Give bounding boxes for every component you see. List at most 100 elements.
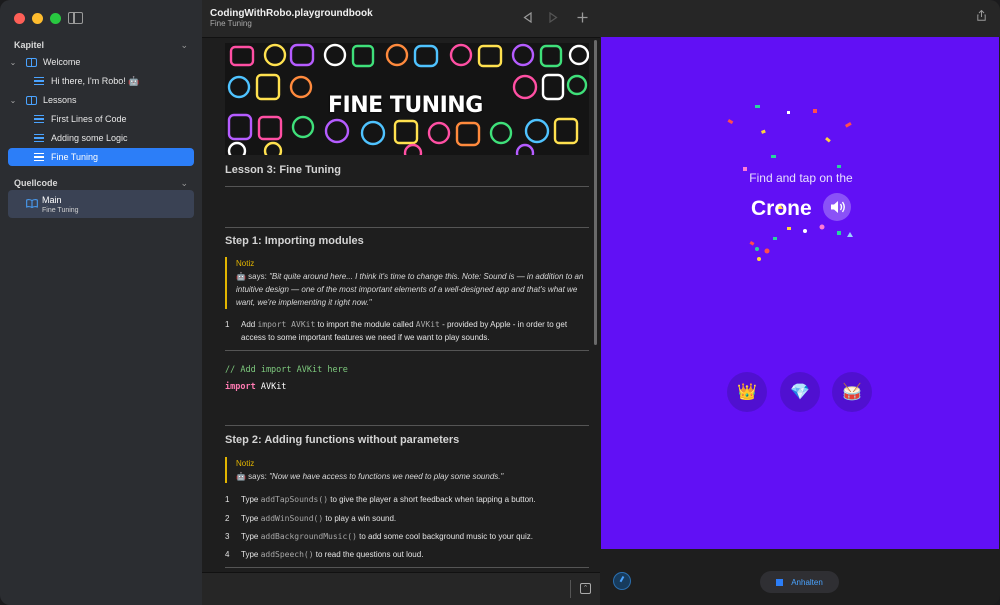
- close-window-button[interactable]: [14, 13, 25, 24]
- add-icon[interactable]: [577, 12, 588, 23]
- chevron-down-icon[interactable]: ⌄: [180, 178, 188, 189]
- divider: [225, 186, 589, 187]
- previous-page-icon[interactable]: [523, 12, 532, 23]
- answer-option-crown[interactable]: 👑: [727, 372, 767, 412]
- step-text: Type: [241, 514, 261, 523]
- step-number: 3: [225, 532, 230, 541]
- share-icon[interactable]: [977, 10, 986, 21]
- step-text: Type: [241, 550, 261, 559]
- zoom-window-button[interactable]: [50, 13, 61, 24]
- chevron-down-icon[interactable]: ⌄: [8, 96, 18, 105]
- sidebar-item-welcome[interactable]: ⌄ Welcome: [8, 53, 194, 71]
- live-view-footer: Anhalten: [600, 549, 1000, 605]
- note-callout-1: Notiz 🤖 says: "Bit quite around here... …: [225, 257, 586, 309]
- source-file-subtitle: Fine Tuning: [42, 207, 79, 214]
- lesson-heading: Lesson 3: Fine Tuning: [225, 164, 341, 176]
- stop-button[interactable]: Anhalten: [760, 571, 839, 593]
- live-view-stage[interactable]: Find and tap on the Crone 👑 💎 🥁: [601, 37, 999, 549]
- sidebar-item-label: Welcome: [43, 57, 81, 67]
- guide-footer: ⌃: [202, 572, 600, 605]
- live-view-header: [600, 0, 1000, 37]
- page-icon: [34, 134, 44, 142]
- answer-option-drum[interactable]: 🥁: [832, 372, 872, 412]
- page-icon: [34, 153, 44, 161]
- speaker-icon: [831, 201, 845, 213]
- book-icon: [26, 57, 37, 67]
- inline-code: import AVKit: [257, 320, 316, 329]
- window-controls: [14, 13, 61, 24]
- next-page-icon[interactable]: [549, 12, 558, 23]
- divider: [570, 580, 571, 598]
- step-text: to add some cool background music to you…: [356, 532, 533, 541]
- stop-label: Anhalten: [791, 577, 823, 587]
- source-file-main[interactable]: Main Fine Tuning: [8, 190, 194, 218]
- code-keyword: import: [225, 382, 256, 392]
- sidebar-item-fine-tuning[interactable]: Fine Tuning: [8, 148, 194, 166]
- question-prompt: Find and tap on the: [749, 171, 853, 185]
- code-line-import[interactable]: import AVKit: [225, 382, 286, 392]
- note-prefix: 🤖 says:: [236, 272, 270, 281]
- sidebar-item-label: First Lines of Code: [51, 114, 127, 124]
- sidebar-item-lessons[interactable]: ⌄ Lessons: [8, 91, 194, 109]
- lesson-banner-image: FINE TUNING: [225, 43, 589, 155]
- sidebar-item-label: Lessons: [43, 95, 77, 105]
- divider: [225, 567, 589, 568]
- speed-gauge-icon[interactable]: [613, 572, 631, 590]
- inline-code: addBackgroundMusic(): [260, 532, 357, 541]
- open-book-icon: [26, 199, 38, 208]
- sidebar-item-label: Adding some Logic: [51, 133, 128, 143]
- section-header-source: Quellcode: [14, 178, 58, 188]
- sidebar-item-label: Fine Tuning: [51, 152, 99, 162]
- question-word: Crone: [751, 197, 812, 220]
- chevron-down-icon[interactable]: ⌄: [180, 40, 188, 51]
- inline-code: addTapSounds(): [260, 495, 329, 504]
- answer-option-gem[interactable]: 💎: [780, 372, 820, 412]
- guide-header: CodingWithRobo.playgroundbook Fine Tunin…: [202, 0, 600, 38]
- minimize-window-button[interactable]: [32, 13, 43, 24]
- step-text: to give the player a short feedback when…: [328, 495, 536, 504]
- step-number: 1: [225, 495, 230, 504]
- section-header-chapters: Kapitel: [14, 40, 45, 50]
- document-subtitle: Fine Tuning: [210, 19, 252, 28]
- divider: [225, 425, 589, 426]
- step-number: 2: [225, 514, 230, 523]
- stop-icon: [776, 578, 784, 586]
- chevron-down-icon[interactable]: ⌄: [8, 58, 18, 67]
- step2-heading: Step 2: Adding functions without paramet…: [225, 434, 460, 446]
- note-text: "Bit quite around here... I think it's t…: [236, 272, 584, 307]
- inline-code: addSpeech(): [260, 550, 314, 559]
- page-icon: [34, 115, 44, 123]
- app-window: Kapitel ⌄ ⌄ Welcome Hi there, I'm Robo! …: [0, 0, 1000, 605]
- code-comment-text: // Add import AVKit here: [225, 365, 348, 375]
- note-label: Notiz: [236, 459, 255, 468]
- step1-heading: Step 1: Importing modules: [225, 235, 364, 247]
- code-comment[interactable]: // Add import AVKit here: [225, 365, 348, 375]
- step-number: 1: [225, 320, 230, 329]
- inline-code: addWinSound(): [260, 514, 324, 523]
- step-text: Add: [241, 320, 258, 329]
- guide-pane: CodingWithRobo.playgroundbook Fine Tunin…: [202, 0, 600, 605]
- book-icon: [26, 95, 37, 105]
- vertical-scrollbar[interactable]: [594, 40, 597, 345]
- confetti-decoration: [727, 105, 853, 261]
- step-number: 4: [225, 550, 230, 559]
- step-text: to read the questions out loud.: [313, 550, 424, 559]
- note-prefix: 🤖 says:: [236, 472, 270, 481]
- step-text: Type: [241, 495, 261, 504]
- note-callout-2: Notiz 🤖 says: "Now we have access to fun…: [225, 457, 586, 483]
- speaker-button[interactable]: [823, 193, 851, 221]
- sidebar-item-first-lines[interactable]: First Lines of Code: [8, 110, 194, 128]
- sidebar-item-label: Hi there, I'm Robo! 🤖: [51, 75, 140, 86]
- step-text: Type: [241, 532, 261, 541]
- sidebar-toggle-icon[interactable]: [68, 12, 83, 24]
- note-label: Notiz: [236, 259, 255, 268]
- sidebar-item-hi-robo[interactable]: Hi there, I'm Robo! 🤖: [8, 72, 194, 90]
- expand-icon[interactable]: ⌃: [580, 583, 591, 594]
- page-icon: [34, 77, 44, 85]
- sidebar-item-adding-logic[interactable]: Adding some Logic: [8, 129, 194, 147]
- step-text: to import the module called: [315, 320, 416, 329]
- note-text: "Now we have access to functions we need…: [269, 472, 504, 481]
- code-identifier: AVKit: [255, 382, 287, 392]
- guide-content[interactable]: FINE TUNING Lesson 3: Fine Tuning Step 1…: [202, 37, 600, 572]
- sidebar: Kapitel ⌄ ⌄ Welcome Hi there, I'm Robo! …: [0, 0, 203, 605]
